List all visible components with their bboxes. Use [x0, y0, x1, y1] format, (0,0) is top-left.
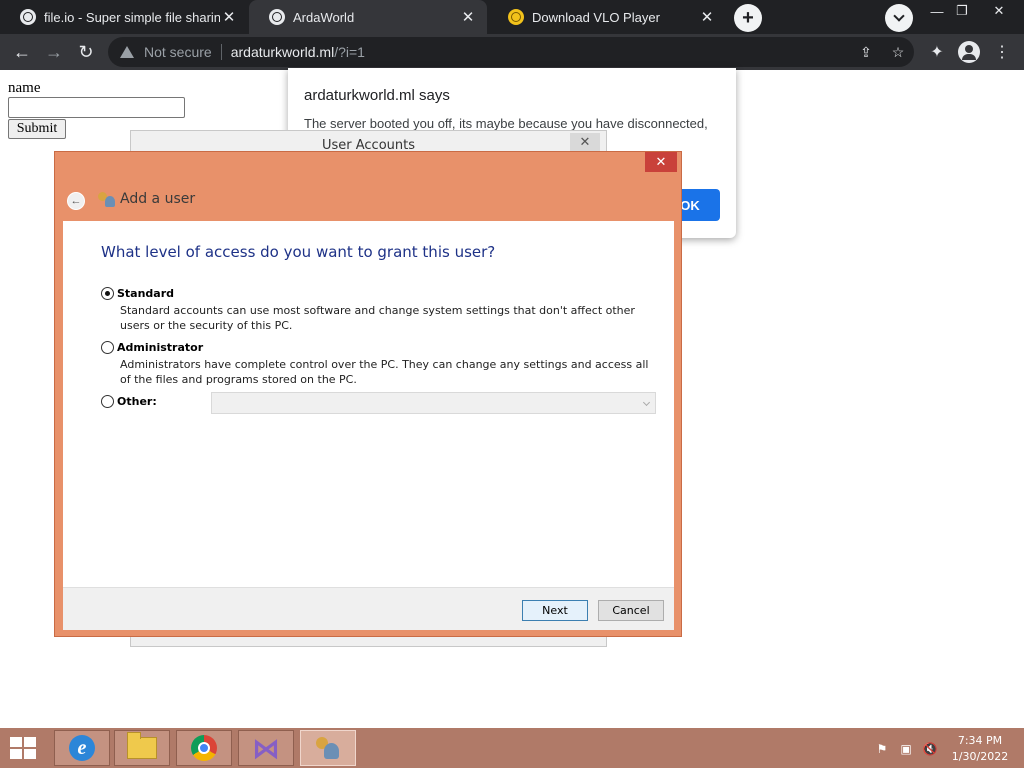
dialog-header: Add a user — [120, 191, 196, 207]
tab-title: file.io - Super simple file sharing — [44, 9, 220, 25]
browser-toolbar: ← → ↻ Not secure ardaturkworld.ml /?i=1 … — [0, 34, 1024, 70]
option-administrator[interactable]: Administrator — [101, 341, 203, 354]
vlo-icon — [508, 9, 524, 25]
volume-muted-icon[interactable]: 🔇 — [922, 741, 938, 757]
option-label: Other: — [117, 395, 157, 408]
tab-title: Download VLO Player — [532, 9, 660, 25]
visual-studio-icon: ⋈ — [252, 731, 280, 765]
option-other[interactable]: Other: — [101, 395, 157, 408]
standard-radio[interactable] — [101, 287, 114, 300]
chevron-down-icon — [893, 10, 905, 22]
option-description: Administrators have complete control ove… — [120, 358, 649, 386]
taskbar-visual-studio[interactable]: ⋈ — [238, 730, 294, 766]
users-icon — [98, 192, 116, 208]
submit-button[interactable]: Submit — [8, 119, 66, 139]
taskbar-file-explorer[interactable] — [114, 730, 170, 766]
taskbar-internet-explorer[interactable]: e — [54, 730, 110, 766]
reload-button[interactable]: ↻ — [72, 38, 100, 66]
menu-icon[interactable]: ⋮ — [990, 40, 1014, 64]
clock[interactable]: 7:34 PM 1/30/2022 — [950, 733, 1010, 765]
url-host: ardaturkworld.ml — [230, 44, 335, 60]
globe-icon — [269, 9, 285, 25]
file-explorer-icon — [127, 732, 157, 759]
option-description: Standard accounts can use most software … — [120, 304, 635, 332]
close-icon[interactable]: ✕ — [570, 133, 600, 151]
option-label: Administrator — [117, 341, 204, 354]
next-button[interactable]: Next — [522, 600, 588, 621]
security-status[interactable]: Not secure — [144, 44, 212, 60]
tab-ardaworld[interactable]: ArdaWorld ✕ — [249, 0, 487, 34]
other-account-type-select[interactable] — [211, 392, 656, 414]
divider — [220, 44, 222, 60]
back-arrow-icon[interactable]: ← — [67, 192, 85, 210]
address-bar[interactable]: Not secure ardaturkworld.ml /?i=1 ⇪ ☆ — [108, 37, 914, 67]
bookmark-star-icon[interactable]: ☆ — [890, 44, 906, 60]
user-accounts-icon — [314, 735, 342, 761]
share-icon[interactable]: ⇪ — [858, 44, 874, 60]
close-tab-icon[interactable]: ✕ — [220, 8, 238, 26]
taskbar: e ⋈ ⚑ ▣ 🔇 7:34 PM 1/30/2022 — [0, 728, 1024, 768]
taskbar-chrome[interactable] — [176, 730, 232, 766]
tab-vlo-player[interactable]: Download VLO Player ✕ — [488, 0, 726, 34]
taskbar-user-accounts[interactable] — [300, 730, 356, 766]
globe-icon — [20, 9, 36, 25]
close-window-button[interactable]: ✕ — [984, 0, 1014, 22]
new-tab-button[interactable]: + — [734, 4, 762, 32]
access-question: What level of access do you want to gran… — [101, 243, 496, 261]
internet-explorer-icon: e — [69, 735, 95, 761]
alert-title: ardaturkworld.ml says — [304, 87, 450, 104]
tab-title: ArdaWorld — [293, 9, 355, 25]
close-tab-icon[interactable]: ✕ — [459, 8, 477, 26]
start-button[interactable] — [10, 737, 38, 759]
network-icon[interactable]: ▣ — [898, 741, 914, 757]
tab-file-io[interactable]: file.io - Super simple file sharing ✕ — [0, 0, 248, 34]
profile-avatar-icon[interactable] — [958, 41, 980, 63]
warning-icon — [120, 46, 134, 58]
administrator-radio[interactable] — [101, 341, 114, 354]
option-label: Standard — [117, 287, 175, 300]
url-path: /?i=1 — [334, 44, 365, 60]
extensions-icon[interactable]: ✦ — [925, 40, 949, 64]
back-button[interactable]: ← — [8, 38, 36, 66]
close-tab-icon[interactable]: ✕ — [698, 8, 716, 26]
forward-button[interactable]: → — [40, 38, 68, 66]
close-dialog-button[interactable]: ✕ — [645, 152, 677, 172]
dialog-body: What level of access do you want to gran… — [63, 221, 674, 587]
name-label: name — [8, 80, 41, 96]
other-radio[interactable] — [101, 395, 114, 408]
dialog-footer: Next Cancel — [63, 587, 674, 630]
name-input[interactable] — [8, 97, 185, 118]
action-center-flag-icon[interactable]: ⚑ — [874, 741, 890, 757]
browser-tab-strip: file.io - Super simple file sharing ✕ Ar… — [0, 0, 1024, 34]
tab-search-button[interactable] — [885, 4, 913, 32]
chrome-icon — [191, 735, 217, 761]
alert-message: The server booted you off, its maybe bec… — [304, 116, 708, 131]
chevron-down-icon — [642, 398, 651, 407]
cancel-button[interactable]: Cancel — [598, 600, 664, 621]
clock-date: 1/30/2022 — [951, 750, 1009, 763]
option-standard[interactable]: Standard — [101, 287, 174, 300]
clock-time: 7:34 PM — [957, 734, 1003, 747]
restore-button[interactable]: ❐ — [947, 0, 977, 22]
add-user-dialog: ✕ ← Add a user What level of access do y… — [54, 151, 682, 637]
